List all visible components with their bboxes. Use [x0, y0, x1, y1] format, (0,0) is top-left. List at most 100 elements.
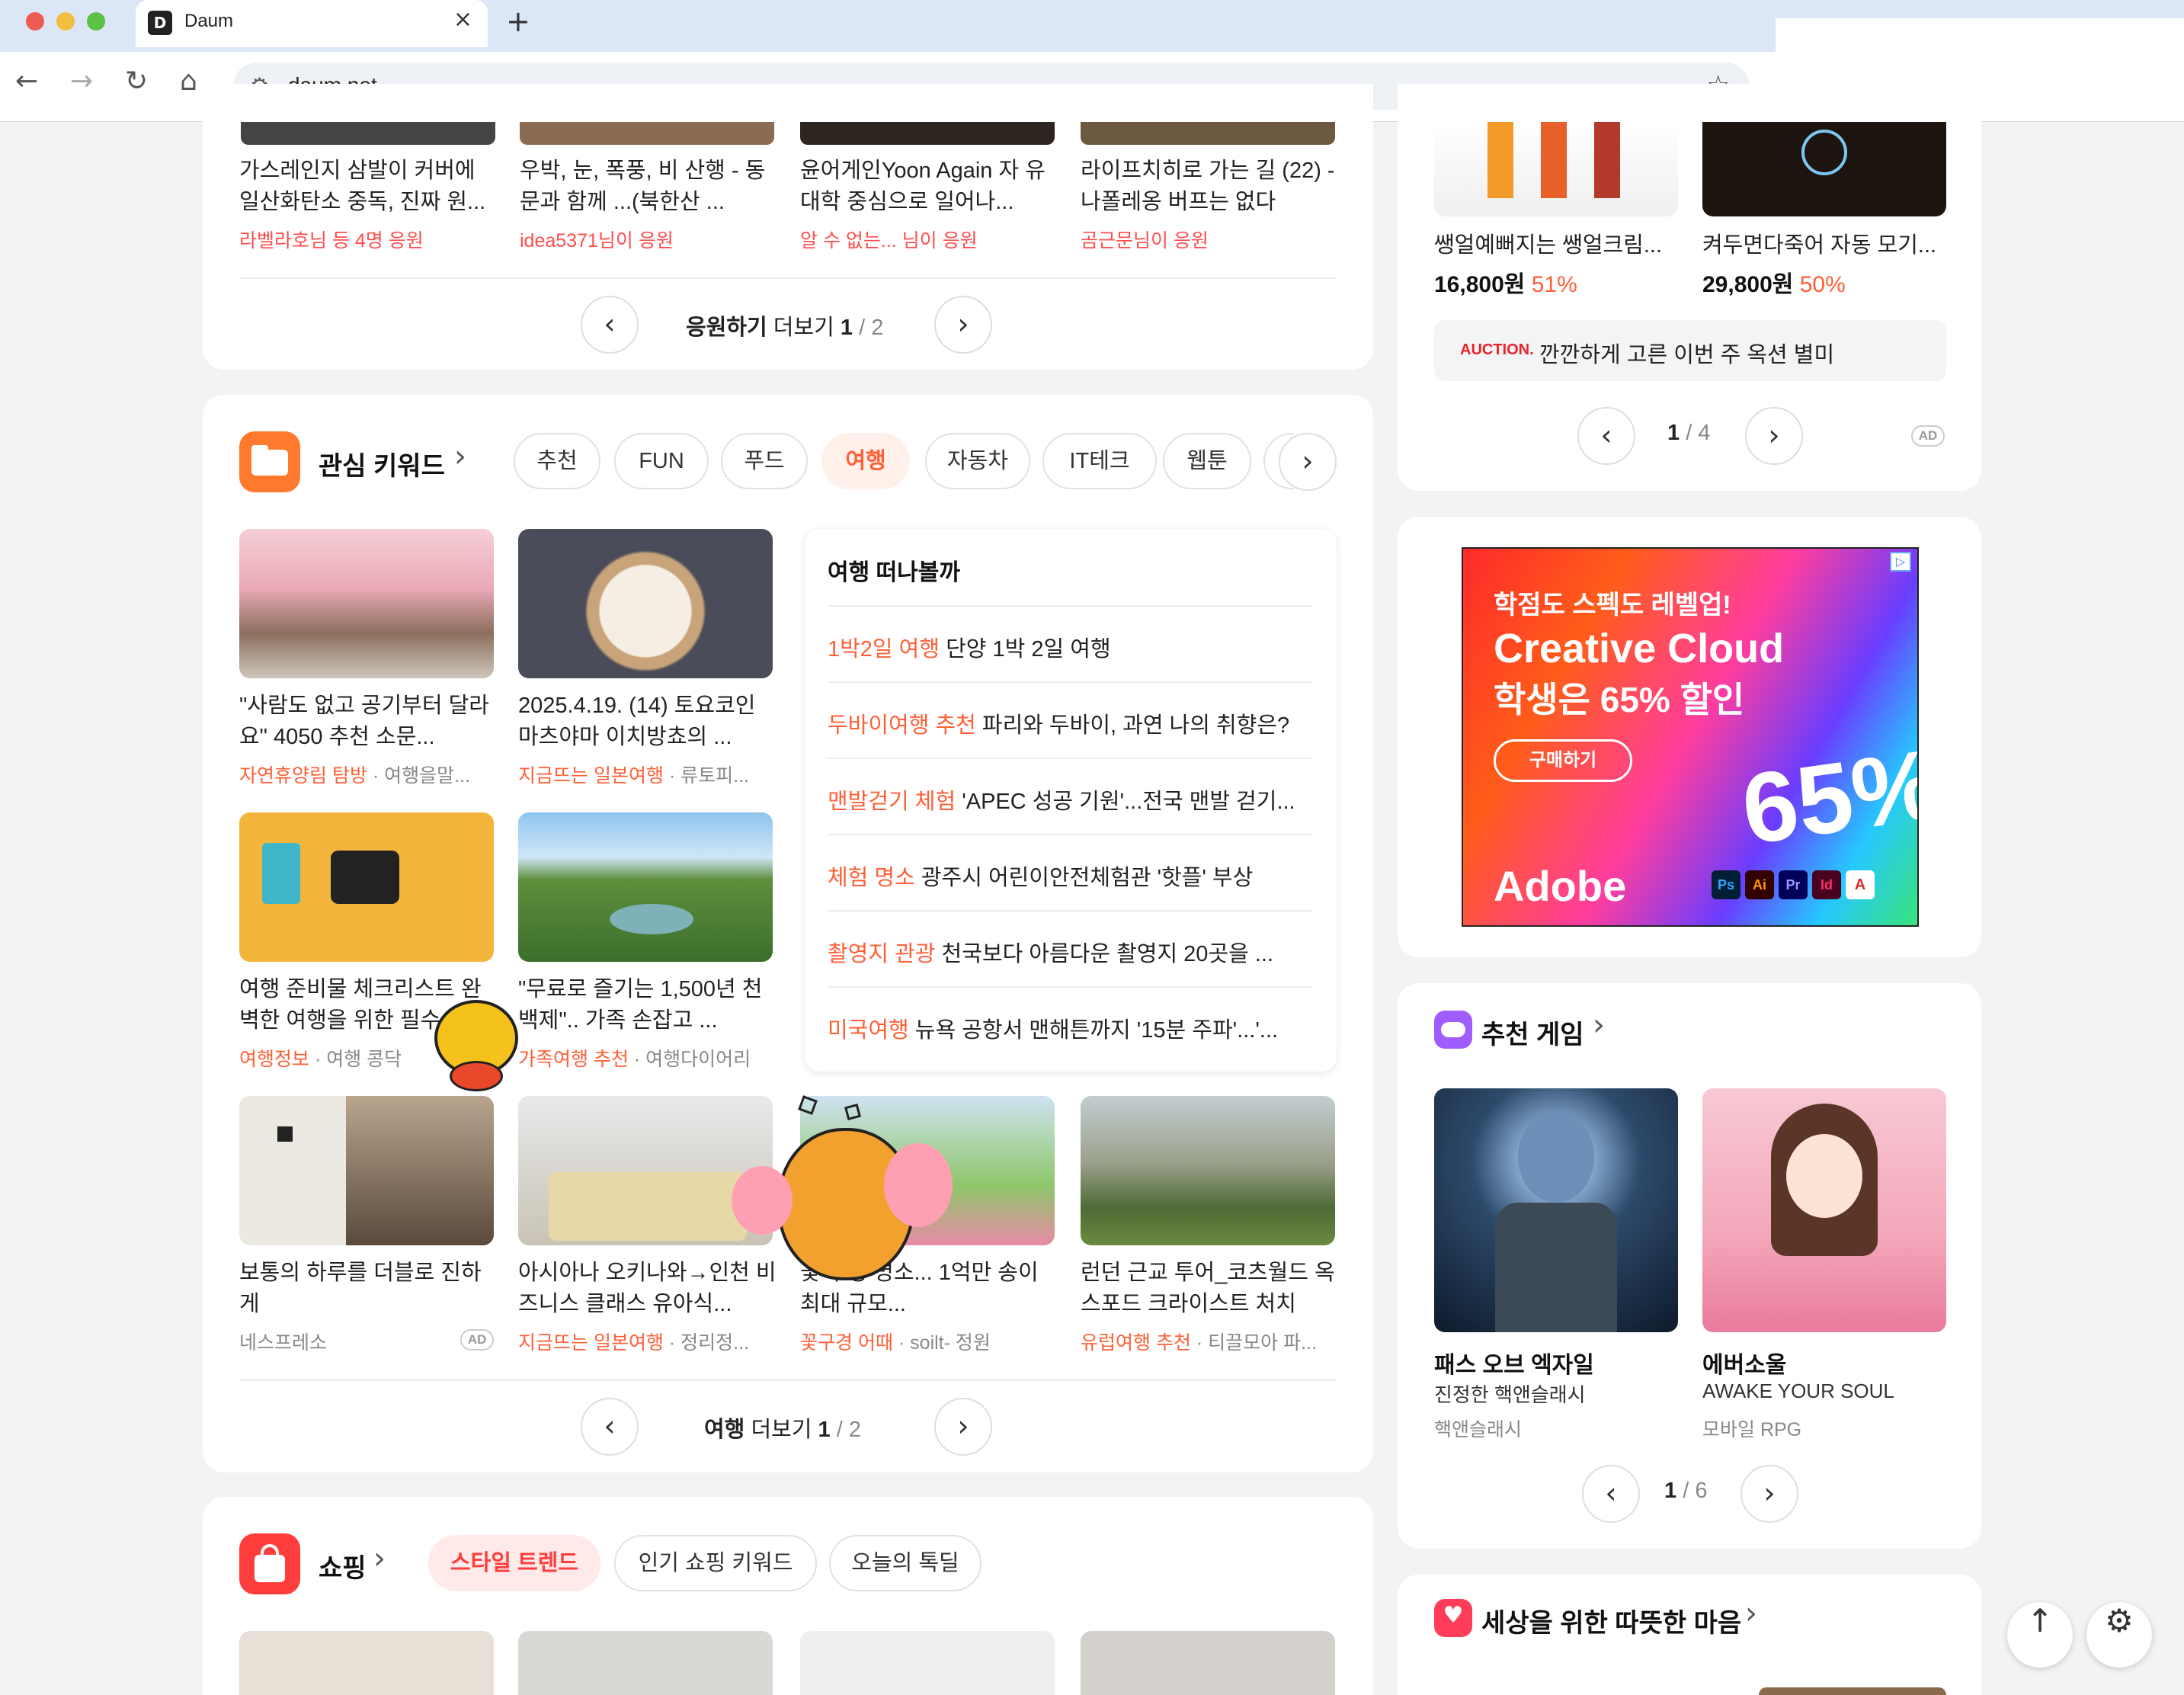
product-thumbnail[interactable] [518, 1631, 773, 1695]
new-tab-button[interactable]: + [506, 5, 530, 38]
window-close-button[interactable] [26, 12, 44, 30]
product-thumbnail[interactable] [1081, 1631, 1335, 1695]
tab-close-icon[interactable]: × [453, 6, 472, 33]
adobe-ad-banner[interactable]: ▷ 학점도 스펙도 레벨업! Creative Cloud 학생은 65% 할인… [1462, 547, 1919, 927]
shopping-title[interactable]: 쇼핑 [319, 1547, 367, 1584]
list-text[interactable]: 파리와 두바이, 과연 나의 취향은? [982, 713, 1289, 738]
reload-icon[interactable]: ↻ [125, 66, 148, 97]
game-name[interactable]: 에버소울 [1702, 1346, 1786, 1379]
list-keyword[interactable]: 미국여행 [828, 1018, 909, 1043]
window-minimize-button[interactable] [56, 12, 75, 30]
article-thumbnail[interactable] [1081, 122, 1335, 145]
list-keyword[interactable]: 두바이여행 추천 [828, 713, 976, 738]
ad-cta-button[interactable]: 구매하기 [1494, 739, 1632, 782]
chip-fun[interactable]: FUN [614, 433, 709, 489]
list-text[interactable]: 천국보다 아름다운 촬영지 20곳을 ... [942, 942, 1274, 966]
cheer-article-title[interactable]: 가스레인지 삼발이 커버에 일산화탄소 중독, 진짜 원... [239, 155, 498, 219]
scroll-top-button[interactable]: ↑ [2007, 1602, 2073, 1668]
travel-gear-thumbnail[interactable] [239, 812, 494, 962]
chip-travel[interactable]: 여행 [821, 433, 910, 489]
chip-food[interactable]: 푸드 [721, 433, 808, 489]
list-text[interactable]: 뉴욕 공항서 맨해튼까지 '15분 주파'...'... [915, 1018, 1278, 1043]
next-page-button[interactable]: › [1745, 407, 1803, 465]
home-icon[interactable]: ⌂ [180, 66, 197, 97]
chips-next-button[interactable]: › [1279, 433, 1337, 491]
settings-gear-button[interactable]: ⚙ [2086, 1602, 2152, 1668]
back-icon[interactable]: ← [15, 66, 38, 97]
chevron-right-icon[interactable]: › [373, 1541, 386, 1576]
travel-article-title[interactable]: 런던 근교 투어_코츠월드 옥스포드 크라이스트 처치 [1081, 1258, 1340, 1322]
list-keyword[interactable]: 1박2일 여행 [828, 637, 940, 662]
travel-list-item[interactable]: 두바이여행 추천 파리와 두바이, 과연 나의 취향은? [828, 707, 1312, 739]
browser-tab[interactable]: D Daum × [136, 0, 488, 47]
chevron-right-icon[interactable]: › [1593, 1008, 1605, 1043]
list-text[interactable]: 광주시 어린이안전체험관 '핫플' 부상 [921, 866, 1253, 890]
product-thumbnail[interactable] [239, 1631, 494, 1695]
article-tag[interactable]: 유럽여행 추천 [1081, 1332, 1191, 1354]
chevron-right-icon[interactable]: › [454, 439, 466, 474]
prev-page-button[interactable]: ‹ [581, 1398, 639, 1456]
next-page-button[interactable]: › [934, 296, 992, 354]
park-thumbnail[interactable] [518, 812, 773, 962]
cotswolds-thumbnail[interactable] [1081, 1096, 1335, 1245]
travel-article-title[interactable]: "무료로 즐기는 1,500년 천 백제".. 가족 손잡고 ... [518, 974, 777, 1038]
list-keyword[interactable]: 체험 명소 [828, 866, 915, 890]
chip-recommend[interactable]: 추천 [514, 433, 600, 489]
travel-article-title[interactable]: 보통의 하루를 더블로 진하게 [239, 1258, 498, 1322]
pager-label[interactable]: 더보기 [751, 1418, 812, 1442]
chip-popular-keywords[interactable]: 인기 쇼핑 키워드 [614, 1535, 817, 1591]
nespresso-ad-thumbnail[interactable] [239, 1096, 494, 1245]
chip-it[interactable]: IT테크 [1042, 433, 1157, 489]
breakfast-thumbnail[interactable] [518, 529, 773, 678]
chip-style-trend[interactable]: 스타일 트렌드 [428, 1535, 600, 1591]
list-text[interactable]: 'APEC 성공 기원'...전국 맨발 걷기... [962, 790, 1295, 814]
travel-list-item[interactable]: 촬영지 관광 천국보다 아름다운 촬영지 20곳을 ... [828, 936, 1312, 968]
prev-page-button[interactable]: ‹ [581, 296, 639, 354]
games-title[interactable]: 추천 게임 [1481, 1014, 1584, 1051]
article-tag[interactable]: 가족여행 추천 [518, 1049, 629, 1070]
product-name[interactable]: 쌩얼예뻐지는 쌩얼크림... [1434, 227, 1686, 259]
cheer-article-title[interactable]: 라이프치히로 가는 길 (22) - 나폴레옹 버프는 없다 [1081, 155, 1340, 219]
travel-article-title[interactable]: "사람도 없고 공기부터 달라요" 4050 추천 소문... [239, 690, 498, 755]
article-tag[interactable]: 지금뜨는 일본여행 [518, 1332, 664, 1354]
charity-title[interactable]: 세상을 위한 따뜻한 마음 [1481, 1602, 1741, 1639]
cream-product-thumbnail[interactable] [1434, 122, 1678, 216]
article-thumbnail[interactable] [241, 122, 495, 145]
chevron-right-icon[interactable]: › [1745, 1596, 1757, 1631]
forward-icon[interactable]: → [70, 66, 93, 97]
mosquito-product-thumbnail[interactable] [1702, 122, 1946, 216]
article-tag[interactable]: 꽃구경 어때 [800, 1332, 893, 1354]
list-text[interactable]: 단양 1박 2일 여행 [946, 637, 1111, 662]
next-page-button[interactable]: › [934, 1398, 992, 1456]
chip-today-deal[interactable]: 오늘의 톡딜 [829, 1535, 982, 1591]
pager-label[interactable]: 더보기 [773, 316, 834, 340]
eversoul-thumbnail[interactable] [1702, 1088, 1946, 1332]
article-thumbnail[interactable] [800, 122, 1055, 145]
window-zoom-button[interactable] [87, 12, 105, 30]
article-thumbnail[interactable] [520, 122, 774, 145]
pager-label-bold[interactable]: 응원하기 [686, 316, 767, 340]
product-name[interactable]: 켜두면다죽어 자동 모기... [1702, 227, 1954, 259]
chip-webtoon[interactable]: 웹툰 [1163, 433, 1251, 489]
path-of-exile-thumbnail[interactable] [1434, 1088, 1678, 1332]
article-tag[interactable]: 지금뜨는 일본여행 [518, 765, 664, 787]
prev-page-button[interactable]: ‹ [1582, 1465, 1640, 1523]
travel-article-title[interactable]: 2025.4.19. (14) 토요코인 마츠야마 이치방쵸의 ... [518, 690, 777, 755]
adchoices-icon[interactable]: ▷ [1890, 552, 1911, 572]
travel-list-item[interactable]: 미국여행 뉴욕 공항서 맨해튼까지 '15분 주파'...'... [828, 1012, 1312, 1044]
product-thumbnail[interactable] [800, 1631, 1055, 1695]
pager-label-bold[interactable]: 여행 [704, 1418, 745, 1442]
cherry-blossom-thumbnail[interactable] [239, 529, 494, 678]
list-keyword[interactable]: 맨발걷기 체험 [828, 790, 956, 814]
cheer-article-title[interactable]: 윤어게인Yoon Again 자 유대학 중심으로 일어나... [800, 155, 1059, 219]
next-page-button[interactable]: › [1740, 1465, 1798, 1523]
cheer-article-title[interactable]: 우박, 눈, 폭풍, 비 산행 - 동문과 함께 ...(북한산 ... [520, 155, 776, 219]
travel-list-item[interactable]: 맨발걷기 체험 'APEC 성공 기원'...전국 맨발 걷기... [828, 783, 1312, 815]
keywords-title[interactable]: 관심 키워드 [319, 445, 445, 482]
article-tag[interactable]: 여행정보 [239, 1049, 309, 1070]
prev-page-button[interactable]: ‹ [1577, 407, 1635, 465]
travel-list-item[interactable]: 1박2일 여행 단양 1박 2일 여행 [828, 631, 1312, 663]
auction-banner[interactable]: AUCTION. 깐깐하게 고른 이번 주 옥션 별미 [1434, 320, 1946, 381]
game-name[interactable]: 패스 오브 엑자일 [1434, 1346, 1594, 1379]
article-tag[interactable]: 자연휴양림 탐방 [239, 765, 367, 787]
